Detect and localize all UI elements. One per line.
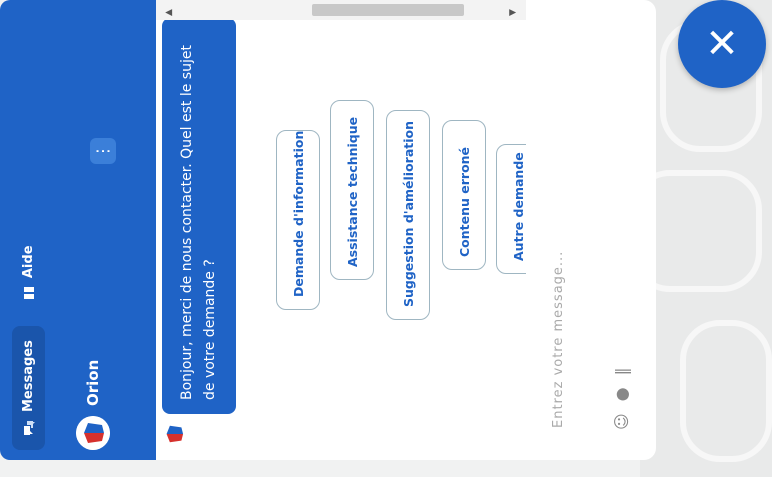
- choice-contenu-errone[interactable]: Contenu erroné: [442, 120, 486, 270]
- choice-demande-information[interactable]: Demande d'information: [276, 130, 320, 310]
- scroll-thumb[interactable]: [312, 4, 464, 16]
- choice-suggestion-amelioration[interactable]: Suggestion d'amélioration: [386, 110, 430, 320]
- tab-messages[interactable]: Messages: [12, 326, 45, 450]
- message-composer: ☺ ● ‖: [526, 0, 656, 460]
- bot-avatar: [160, 420, 188, 448]
- emoji-icon[interactable]: ☺: [612, 413, 631, 430]
- chat-scrollbar[interactable]: ▲ ▼: [156, 0, 526, 20]
- composer-icons: ☺ ● ‖: [612, 367, 631, 430]
- agent-info: Orion: [76, 360, 110, 450]
- chat-header: Messages Aide Orion ⋮: [0, 0, 156, 460]
- chat-body: Bonjour, merci de nous contacter. Quel e…: [156, 0, 540, 460]
- attachment-icon[interactable]: ●: [612, 387, 631, 401]
- agent-avatar: [76, 416, 110, 450]
- more-icon: ⋮: [93, 143, 112, 159]
- tab-label: Messages: [21, 340, 36, 412]
- scroll-down-arrow-icon[interactable]: ▼: [508, 9, 518, 16]
- header-tabs: Messages Aide: [12, 231, 45, 450]
- tab-aide[interactable]: Aide: [12, 231, 45, 314]
- agent-name: Orion: [84, 359, 102, 406]
- choice-assistance-technique[interactable]: Assistance technique: [330, 100, 374, 280]
- chat-widget: Messages Aide Orion ⋮ Bonjour, merci de …: [0, 0, 656, 460]
- chat-bubbles-icon: [22, 420, 36, 436]
- tab-label: Aide: [21, 245, 36, 279]
- voice-icon[interactable]: ‖: [612, 367, 631, 375]
- more-options-button[interactable]: ⋮: [90, 138, 116, 164]
- scroll-up-arrow-icon[interactable]: ▲: [164, 9, 174, 16]
- bot-message: Bonjour, merci de nous contacter. Quel e…: [162, 18, 236, 414]
- message-input[interactable]: [550, 126, 567, 430]
- book-icon: [22, 286, 36, 300]
